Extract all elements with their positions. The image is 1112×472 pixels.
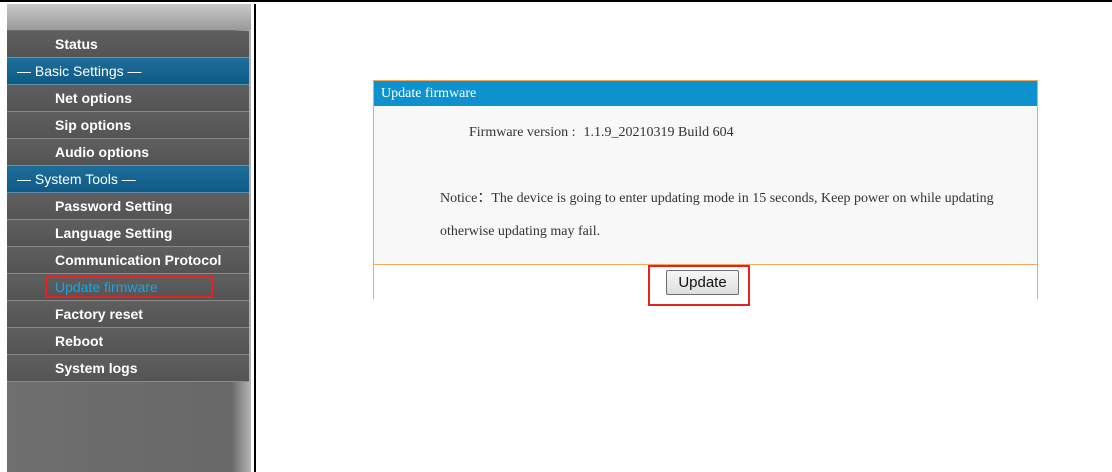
page-frame: Status — Basic Settings — Net options Si… (0, 0, 1112, 472)
sidebar-item-password-setting[interactable]: Password Setting (7, 193, 249, 220)
update-notice: Notice：The device is going to enter upda… (440, 191, 994, 239)
firmware-version-value: 1.1.9_20210319 Build 604 (583, 125, 734, 140)
sidebar-item-net-options[interactable]: Net options (7, 85, 249, 112)
sidebar-item-update-firmware[interactable]: Update firmware (7, 274, 249, 301)
highlight-box (45, 275, 213, 298)
sidebar-nav: Status — Basic Settings — Net options Si… (7, 31, 249, 382)
firmware-version-row: Firmware version : 1.1.9_20210319 Build 6… (469, 125, 734, 141)
sidebar-section-basic-settings: — Basic Settings — (7, 58, 249, 85)
sidebar-item-audio-options[interactable]: Audio options (7, 139, 249, 166)
update-button[interactable]: Update (666, 270, 739, 295)
firmware-version-label: Firmware version : (469, 125, 576, 140)
sidebar-item-reboot[interactable]: Reboot (7, 328, 249, 355)
button-area: Update (374, 265, 1037, 306)
sidebar: Status — Basic Settings — Net options Si… (0, 4, 256, 472)
sidebar-item-system-logs[interactable]: System logs (7, 355, 249, 382)
sidebar-item-status[interactable]: Status (7, 31, 249, 58)
sidebar-item-factory-reset[interactable]: Factory reset (7, 301, 249, 328)
sidebar-section-system-tools: — System Tools — (7, 166, 249, 193)
sidebar-item-sip-options[interactable]: Sip options (7, 112, 249, 139)
sidebar-item-language-setting[interactable]: Language Setting (7, 220, 249, 247)
panel-title: Update firmware (374, 81, 1037, 106)
sidebar-item-communication-protocol[interactable]: Communication Protocol (7, 247, 249, 274)
update-firmware-panel: Update firmware Firmware version : 1.1.9_… (373, 80, 1038, 306)
